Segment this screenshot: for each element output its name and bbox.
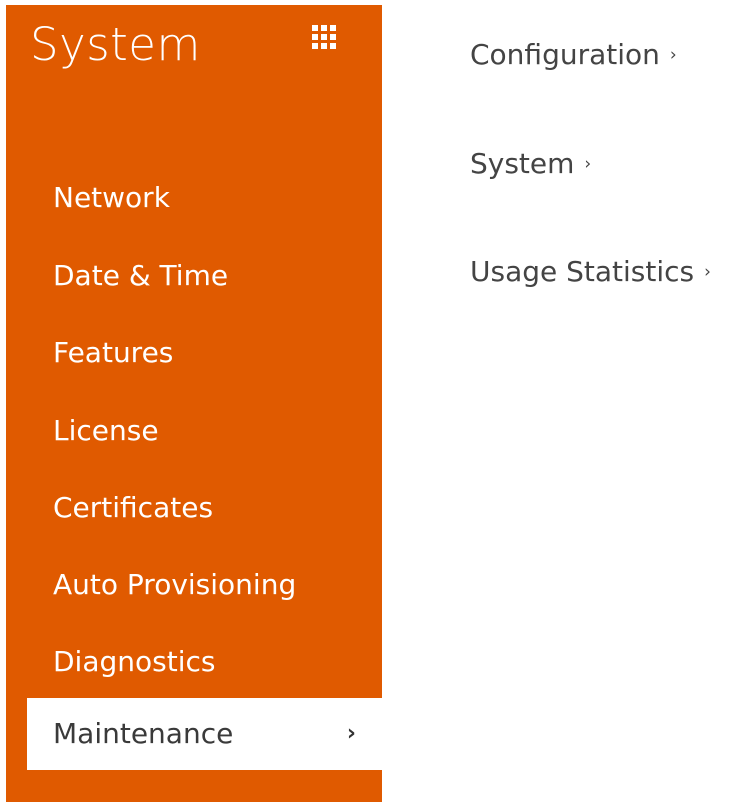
sidebar-title: System — [30, 18, 201, 71]
chevron-right-icon: › — [584, 154, 592, 174]
sidebar-item-label: License — [53, 414, 159, 447]
page: System Network Date & Time Features Lice… — [0, 0, 729, 803]
sidebar: System Network Date & Time Features Lice… — [6, 5, 382, 802]
sidebar-item-label: Certificates — [53, 491, 214, 524]
sidebar-item-date-time[interactable]: Date & Time — [6, 240, 382, 312]
grid-menu-icon[interactable] — [312, 25, 336, 49]
sidebar-item-label: Features — [53, 336, 174, 369]
sidebar-item-auto-provisioning[interactable]: Auto Provisioning — [6, 549, 382, 621]
sidebar-item-label: Date & Time — [53, 259, 229, 292]
link-configuration[interactable]: Configuration › — [470, 35, 677, 75]
link-label: System — [470, 147, 575, 180]
sidebar-item-license[interactable]: License — [6, 395, 382, 467]
sidebar-item-certificates[interactable]: Certificates — [6, 472, 382, 544]
chevron-right-icon: › — [346, 721, 356, 746]
link-label: Usage Statistics — [470, 255, 695, 288]
link-usage-statistics[interactable]: Usage Statistics › — [470, 252, 711, 292]
sidebar-item-label: Auto Provisioning — [53, 568, 297, 601]
chevron-right-icon: › — [669, 45, 677, 65]
sidebar-item-network[interactable]: Network — [6, 162, 382, 234]
sidebar-item-label: Network — [53, 181, 170, 214]
link-label: Configuration — [470, 38, 660, 71]
sidebar-item-diagnostics[interactable]: Diagnostics — [6, 626, 382, 698]
sidebar-item-label: Diagnostics — [53, 645, 216, 678]
sidebar-item-maintenance[interactable]: Maintenance › — [27, 698, 382, 770]
chevron-right-icon: › — [704, 262, 711, 282]
sidebar-item-features[interactable]: Features — [6, 317, 382, 389]
link-system[interactable]: System › — [470, 144, 591, 184]
sidebar-item-label: Maintenance — [53, 717, 234, 750]
